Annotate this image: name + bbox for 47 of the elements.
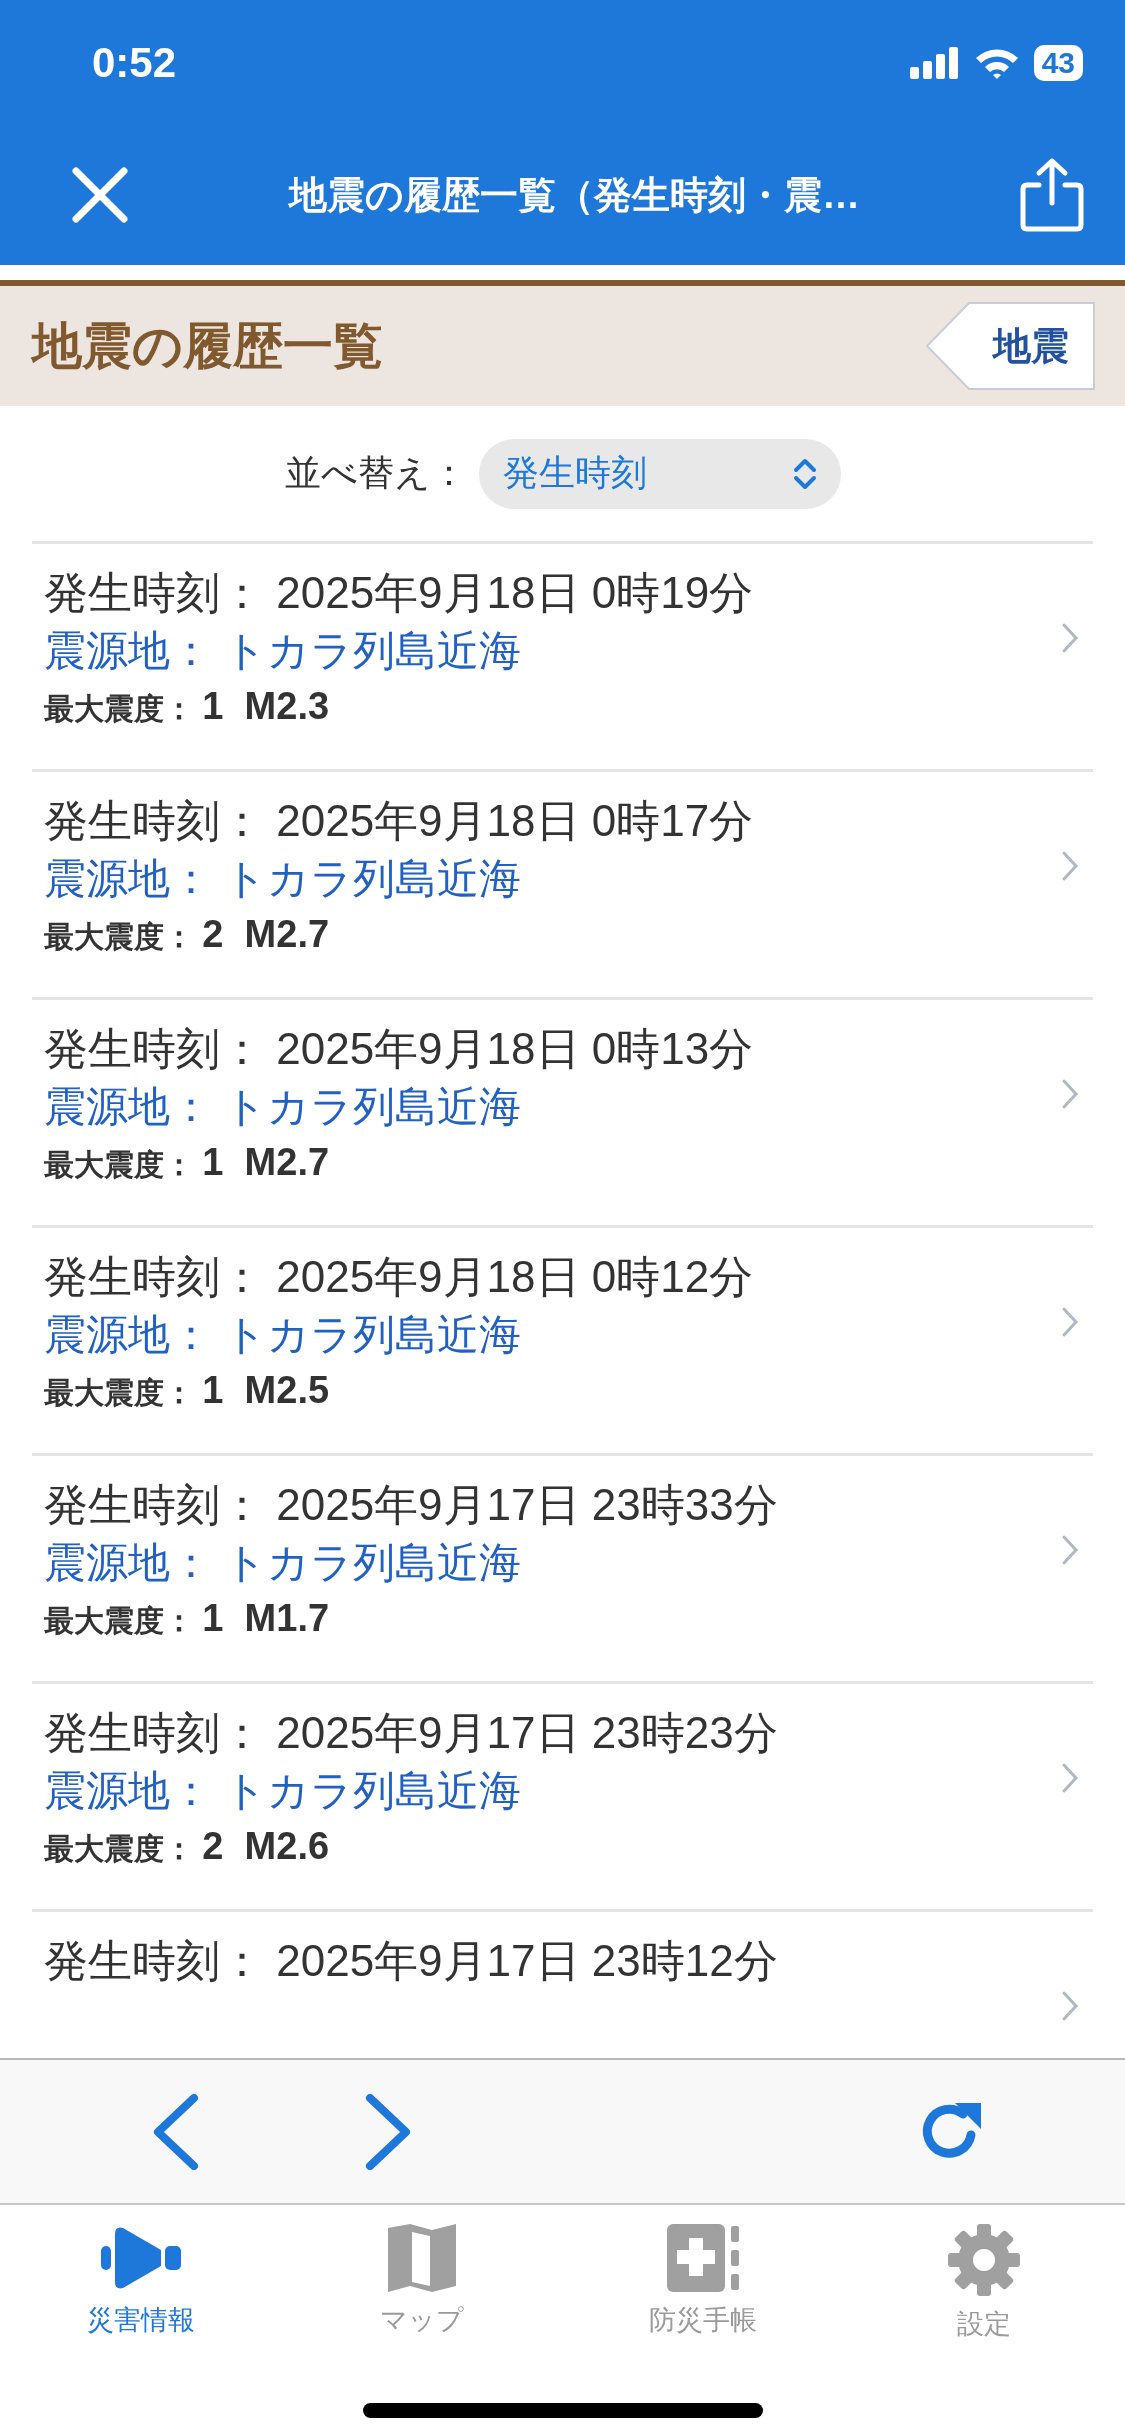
chevron-icon: [1061, 1990, 1079, 2022]
chevron-icon: [1061, 1306, 1079, 1338]
chevron-icon: [1061, 622, 1079, 654]
earthquake-row[interactable]: 発生時刻： 2025年9月17日 23時33分 震源地： トカラ列島近海 最大震度： 1 M1.7: [32, 1456, 1093, 1684]
chevron-icon: [1061, 1078, 1079, 1110]
earthquake-row[interactable]: 発生時刻： 2025年9月17日 23時23分 震源地： トカラ列島近海 最大震度： 2 M2.6: [32, 1684, 1093, 1912]
tab-bar-item[interactable]: 災害情報: [0, 2223, 282, 2403]
earthquake-row[interactable]: 発生時刻： 2025年9月18日 0時19分 震源地： トカラ列島近海 最大震度： 1 M2.3: [32, 544, 1093, 772]
occurrence-time: 発生時刻： 2025年9月17日 23時23分: [44, 1707, 779, 1759]
epicenter: 震源地： トカラ列島近海: [44, 1082, 522, 1132]
occurrence-time: 発生時刻： 2025年9月18日 0時13分: [44, 1023, 755, 1075]
chevron-icon: [1061, 1534, 1079, 1566]
clock: 0:52: [92, 38, 178, 87]
map-icon: [387, 2224, 456, 2292]
intensity-magnitude: 最大震度： 1 M1.7: [44, 1596, 331, 1641]
battery-level: 43: [1033, 44, 1083, 81]
intensity-magnitude: 最大震度： 2 M2.7: [44, 912, 331, 957]
window-title: 地震の履歴一覧（発生時刻・震…: [287, 172, 861, 218]
intensity-magnitude: 最大震度： 1 M2.3: [44, 684, 331, 729]
back-button[interactable]: 地震: [925, 302, 1095, 390]
intensity-magnitude: 最大震度： 1 M2.7: [44, 1140, 331, 1185]
earthquake-row[interactable]: 発生時刻： 2025年9月18日 0時17分 震源地： トカラ列島近海 最大震度： 2 M2.7: [32, 772, 1093, 1000]
close-icon[interactable]: [70, 165, 130, 225]
intensity-magnitude: 最大震度： 1 M2.5: [44, 1368, 331, 1413]
occurrence-time: 発生時刻： 2025年9月17日 23時12分: [44, 1935, 779, 1987]
epicenter: 震源地： トカラ列島近海: [44, 1538, 522, 1588]
earthquake-row[interactable]: 発生時刻： 2025年9月18日 0時12分 震源地： トカラ列島近海 最大震度： 1 M2.5: [32, 1228, 1093, 1456]
occurrence-time: 発生時刻： 2025年9月18日 0時17分: [44, 795, 755, 847]
sort-label: 並べ替え：: [284, 451, 467, 495]
intensity-magnitude: 最大震度： 2 M2.6: [44, 1824, 331, 1869]
occurrence-time: 発生時刻： 2025年9月18日 0時12分: [44, 1251, 755, 1303]
epicenter: 震源地： トカラ列島近海: [44, 1766, 522, 1816]
epicenter: 震源地： トカラ列島近海: [44, 1310, 522, 1360]
chevron-icon: [1061, 850, 1079, 882]
updown-icon: [792, 456, 817, 491]
settings-icon: [948, 2224, 1021, 2296]
first-aid-book-icon: [667, 2224, 740, 2292]
signal-icon: [909, 46, 960, 79]
section-title: 地震の履歴一覧: [32, 316, 384, 376]
occurrence-time: 発生時刻： 2025年9月17日 23時33分: [44, 1479, 779, 1531]
occurrence-time: 発生時刻： 2025年9月18日 0時19分: [44, 567, 755, 619]
chevron-icon: [1061, 1762, 1079, 1794]
share-icon[interactable]: [1019, 157, 1085, 233]
sort-select[interactable]: 発生時刻: [478, 438, 841, 509]
epicenter: 震源地： トカラ列島近海: [44, 626, 522, 676]
earthquake-row[interactable]: 発生時刻： 2025年9月18日 0時13分 震源地： トカラ列島近海 最大震度： 1 M2.7: [32, 1000, 1093, 1228]
epicenter: 震源地： トカラ列島近海: [44, 854, 522, 904]
